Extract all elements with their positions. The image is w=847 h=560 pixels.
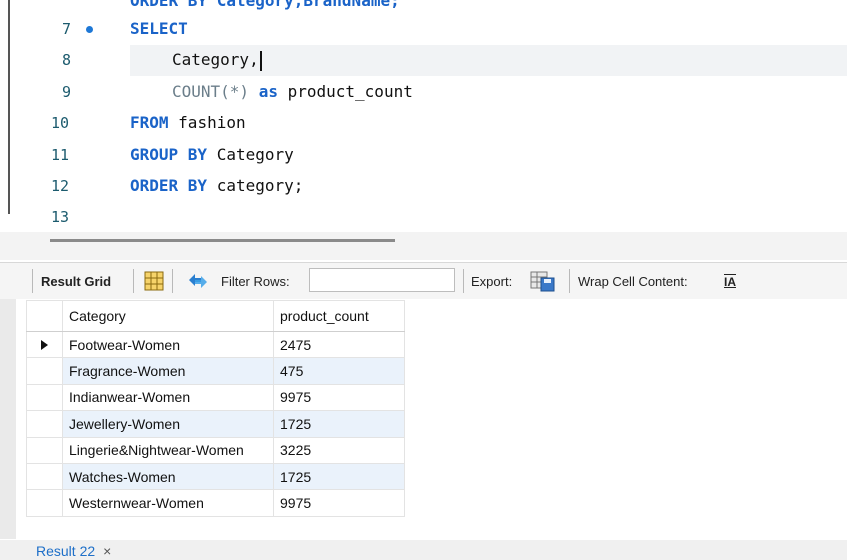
cell-product-count[interactable]: 475: [273, 357, 405, 385]
wrap-cell-content-label: Wrap Cell Content:: [578, 274, 688, 289]
line-number: 11: [51, 146, 70, 164]
cell-category[interactable]: Footwear-Women: [62, 330, 274, 359]
row-pointer-icon: [41, 339, 48, 350]
row-header[interactable]: [26, 462, 63, 491]
cell-product-count[interactable]: 9975: [273, 489, 405, 517]
close-icon[interactable]: ×: [103, 543, 111, 559]
row-header[interactable]: [26, 330, 63, 359]
result-toolbar: Result Grid Filter Rows: Export: Wrap Ce…: [0, 262, 847, 300]
wrap-text-icon[interactable]: IA: [724, 273, 736, 291]
keyword-order-by: ORDER BY: [130, 176, 208, 195]
table-row[interactable]: Fragrance-Women 475: [26, 357, 405, 385]
export-label: Export:: [471, 274, 513, 289]
row-header[interactable]: [26, 436, 63, 464]
keyword-as: as: [258, 82, 278, 101]
cell-product-count[interactable]: 3225: [273, 436, 405, 464]
toolbar-separator: [569, 269, 570, 293]
code-text: ORDER BY category;: [130, 171, 303, 201]
refresh-arrows-icon[interactable]: [186, 271, 210, 289]
line-number: 9: [62, 83, 72, 101]
row-header[interactable]: [26, 489, 63, 517]
cell-category[interactable]: Lingerie&Nightwear-Women: [62, 436, 274, 464]
result-tab-bar: Result 22 ×: [0, 540, 847, 560]
column-category: Category,: [172, 50, 259, 69]
grid-layout-icon[interactable]: [144, 271, 164, 291]
result-grid-button[interactable]: Result Grid: [41, 273, 111, 291]
table-row[interactable]: Footwear-Women 2475: [26, 330, 405, 359]
cell-category[interactable]: Indianwear-Women: [62, 383, 274, 412]
toolbar-separator: [32, 269, 33, 293]
cell-category[interactable]: Jewellery-Women: [62, 410, 274, 438]
code-line-11: 11 GROUP BY Category: [0, 140, 847, 170]
header-row: Category product_count: [26, 300, 405, 332]
group-column: Category: [216, 145, 294, 164]
breakpoint-dot-icon[interactable]: [86, 26, 93, 33]
code-line-13: 13: [0, 202, 847, 232]
code-line-8: 8 Category,: [0, 45, 847, 75]
function-count: COUNT(*): [172, 82, 250, 101]
line-number: 8: [62, 51, 72, 69]
table-row[interactable]: Jewellery-Women 1725: [26, 410, 405, 438]
keyword-group-by: GROUP BY: [130, 145, 208, 164]
cell-product-count[interactable]: 1725: [273, 410, 405, 438]
result-grid[interactable]: Category product_count Footwear-Women 24…: [0, 299, 847, 539]
cell-product-count[interactable]: 2475: [273, 330, 405, 359]
code-line-7: 7 SELECT: [0, 14, 847, 44]
row-header[interactable]: [26, 357, 63, 385]
filter-rows-input[interactable]: [309, 268, 455, 292]
cell-category[interactable]: Watches-Women: [62, 462, 274, 491]
cell-category[interactable]: Westernwear-Women: [62, 489, 274, 517]
row-header[interactable]: [26, 410, 63, 438]
code-text: SELECT: [130, 14, 188, 44]
table-row[interactable]: Indianwear-Women 9975: [26, 383, 405, 412]
line-number: 13: [51, 208, 70, 226]
column-header-product-count[interactable]: product_count: [273, 300, 405, 332]
keyword-select: SELECT: [130, 19, 188, 38]
code-text: FROM fashion: [130, 108, 246, 138]
table-name: fashion: [178, 113, 246, 132]
result-table: Category product_count Footwear-Women 24…: [26, 300, 405, 517]
side-gutter: [0, 299, 16, 539]
toolbar-separator: [133, 269, 134, 293]
column-header-category[interactable]: Category: [62, 300, 274, 332]
scrollbar-thumb[interactable]: [50, 239, 395, 242]
cell-category[interactable]: Fragrance-Women: [62, 357, 274, 385]
table-row[interactable]: Watches-Women 1725: [26, 462, 405, 491]
editor-horizontal-scrollbar[interactable]: [0, 232, 847, 260]
cell-product-count[interactable]: 1725: [273, 462, 405, 491]
keyword-from: FROM: [130, 113, 169, 132]
column-alias: product_count: [287, 82, 413, 101]
order-column: category;: [216, 176, 304, 195]
cell-product-count[interactable]: 9975: [273, 383, 405, 412]
tab-label: Result 22: [36, 543, 96, 559]
toolbar-separator: [172, 269, 173, 293]
code-line-10: 10 FROM fashion: [0, 108, 847, 138]
row-header-corner[interactable]: [26, 300, 63, 332]
text-caret: [259, 50, 262, 71]
export-save-icon[interactable]: [530, 270, 556, 292]
sql-editor[interactable]: ORDER BY Category,BrandName; 7 SELECT 8 …: [0, 0, 847, 232]
code-text: COUNT(*) as product_count: [172, 77, 413, 107]
partial-line-text: ORDER BY Category,BrandName;: [130, 0, 400, 10]
code-line-12: 12 ORDER BY category;: [0, 171, 847, 201]
code-text: GROUP BY Category: [130, 140, 294, 170]
tab-result-22[interactable]: Result 22 ×: [36, 543, 111, 559]
table-row[interactable]: Westernwear-Women 9975: [26, 489, 405, 517]
table-row[interactable]: Lingerie&Nightwear-Women 3225: [26, 436, 405, 464]
line-number: 12: [51, 177, 70, 195]
code-text: Category,: [172, 45, 262, 75]
row-header[interactable]: [26, 383, 63, 412]
code-line-9: 9 COUNT(*) as product_count: [0, 77, 847, 107]
filter-rows-label: Filter Rows:: [221, 274, 290, 289]
line-number: 10: [51, 114, 70, 132]
toolbar-separator: [463, 269, 464, 293]
